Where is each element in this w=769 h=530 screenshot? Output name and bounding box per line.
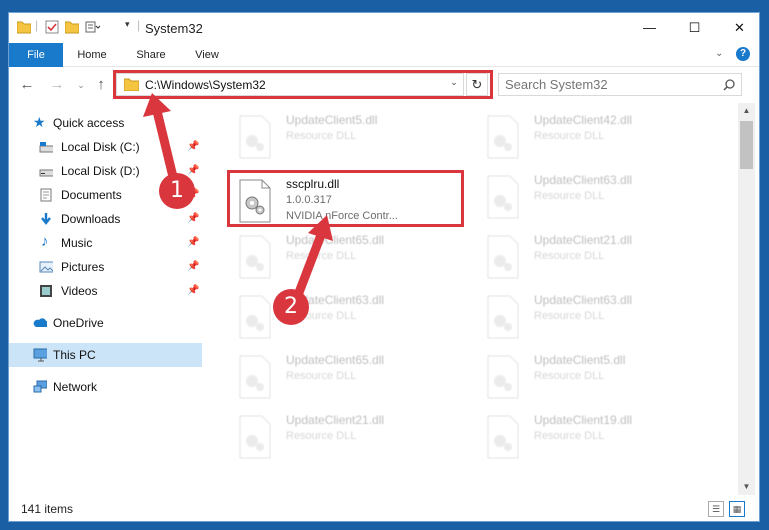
step-marker-1: 1 <box>159 173 195 209</box>
step-marker-2: 2 <box>273 289 309 325</box>
explorer-window: | ▾ | System32 — ☐ ✕ File Home Share Vie… <box>8 12 760 522</box>
annotation-arrows <box>143 93 333 308</box>
